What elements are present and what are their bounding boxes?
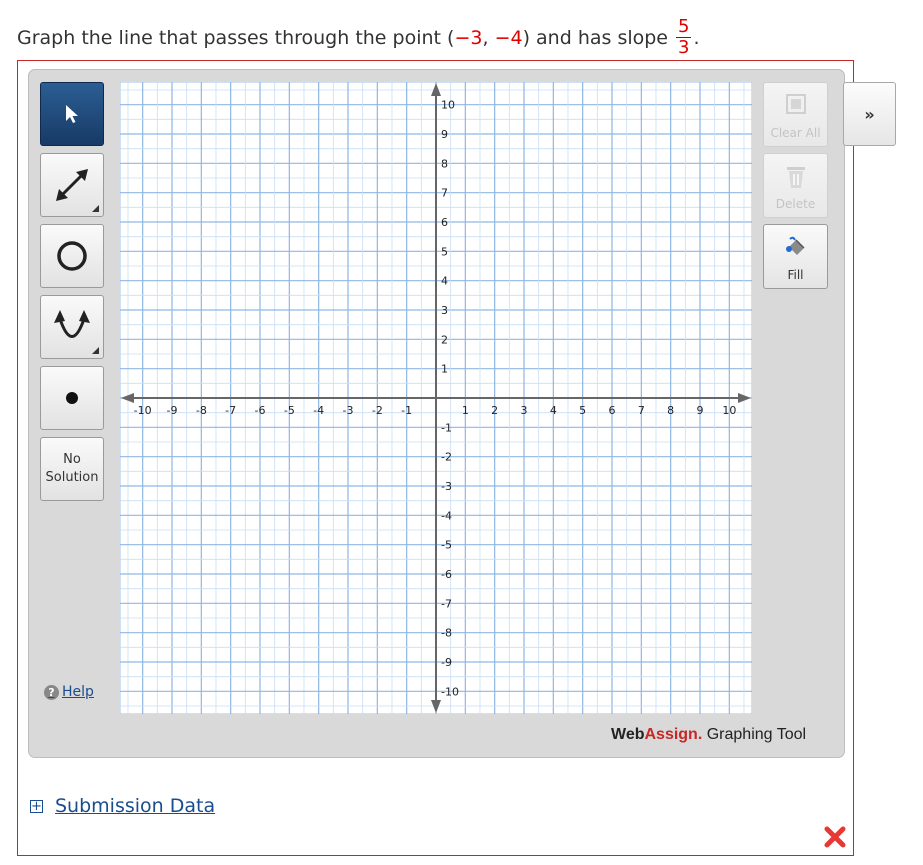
help-label: Help <box>62 684 94 700</box>
expand-panel-button[interactable]: » <box>843 82 896 146</box>
point-x: −3 <box>454 27 483 49</box>
x-tick-label: 8 <box>667 404 674 417</box>
y-tick-label: -9 <box>441 656 452 669</box>
delete-button[interactable]: Delete <box>763 153 828 218</box>
no-solution-line1: No <box>63 452 81 467</box>
x-tick-label: 5 <box>579 404 586 417</box>
line-tool-button[interactable] <box>40 153 104 217</box>
circle-icon <box>57 241 87 271</box>
parabola-tool-submenu-icon <box>92 347 99 354</box>
paint-bucket-icon <box>785 236 805 255</box>
x-tick-label: -1 <box>401 404 412 417</box>
slope-numerator: 5 <box>676 16 692 38</box>
slope-denominator: 3 <box>678 37 690 58</box>
y-tick-label: -1 <box>441 421 452 434</box>
x-tick-label: -6 <box>255 404 266 417</box>
x-tick-label: -10 <box>134 404 152 417</box>
pointer-arrow-icon <box>66 105 78 123</box>
clear-all-label: Clear All <box>770 126 821 140</box>
question-middle: ) and has slope <box>522 27 675 49</box>
point-dot-icon <box>66 392 78 404</box>
x-tick-label: 6 <box>609 404 616 417</box>
question-suffix: . <box>693 27 700 49</box>
question-comma: , <box>482 27 495 49</box>
no-solution-button[interactable]: No Solution <box>40 437 104 501</box>
x-tick-label: -7 <box>225 404 236 417</box>
y-tick-label: -2 <box>441 451 452 464</box>
line-tool-submenu-icon <box>92 205 99 212</box>
help-question-icon: ? <box>44 684 59 700</box>
y-tick-label: 9 <box>441 128 448 141</box>
submission-data-toggle[interactable]: + Submission Data <box>30 795 215 817</box>
y-tick-label: -7 <box>441 597 452 610</box>
x-tick-label: 4 <box>550 404 557 417</box>
y-tick-label: -4 <box>441 509 452 522</box>
y-tick-label: 5 <box>441 245 448 258</box>
y-tick-label: 3 <box>441 304 448 317</box>
help-link[interactable]: ? Help <box>44 684 94 700</box>
x-tick-label: -3 <box>343 404 354 417</box>
y-tick-label: 6 <box>441 216 448 229</box>
y-tick-label: 8 <box>441 157 448 170</box>
y-tick-label: -5 <box>441 539 452 552</box>
x-tick-label: -9 <box>167 404 178 417</box>
line-arrow-icon <box>56 169 88 201</box>
clear-all-button[interactable]: Clear All <box>763 82 828 147</box>
question-text: Graph the line that passes through the p… <box>17 16 700 59</box>
y-tick-label: 10 <box>441 99 455 112</box>
y-tick-label: 4 <box>441 275 448 288</box>
y-tick-label: 2 <box>441 333 448 346</box>
point-tool-button[interactable] <box>40 366 104 430</box>
x-tick-label: -4 <box>313 404 324 417</box>
brand-tagline: Graphing Tool <box>702 726 807 743</box>
trash-icon <box>786 167 805 188</box>
circle-tool-button[interactable] <box>40 224 104 288</box>
x-tick-label: -2 <box>372 404 383 417</box>
parabola-tool-button[interactable] <box>40 295 104 359</box>
expand-plus-icon[interactable]: + <box>30 799 43 813</box>
x-tick-label: -8 <box>196 404 207 417</box>
fill-button[interactable]: Fill <box>763 224 828 289</box>
clear-all-icon <box>785 94 806 114</box>
submission-data-link[interactable]: Submission Data <box>55 795 215 817</box>
brand-assign: Assign. <box>644 726 703 743</box>
x-tick-label: 7 <box>638 404 645 417</box>
question-prefix: Graph the line that passes through the p… <box>17 27 455 49</box>
fill-label: Fill <box>787 268 804 282</box>
y-tick-label: 7 <box>441 187 448 200</box>
webassign-brand: WebAssign. Graphing Tool <box>611 726 806 744</box>
y-tick-label: -3 <box>441 480 452 493</box>
x-tick-label: 10 <box>722 404 736 417</box>
x-tick-label: 9 <box>697 404 704 417</box>
y-tick-label: 1 <box>441 363 448 376</box>
pointer-tool-button[interactable] <box>40 82 104 146</box>
incorrect-x-icon <box>824 826 846 848</box>
y-tick-label: -10 <box>441 685 459 698</box>
y-tick-label: -8 <box>441 627 452 640</box>
x-tick-label: 3 <box>521 404 528 417</box>
x-tick-label: -5 <box>284 404 295 417</box>
x-tick-label: 2 <box>491 404 498 417</box>
delete-label: Delete <box>775 197 816 211</box>
brand-web: Web <box>611 726 645 743</box>
double-chevron-right-icon: » <box>864 104 875 124</box>
point-y: −4 <box>494 27 523 49</box>
slope-fraction: 53 <box>676 16 692 58</box>
y-tick-label: -6 <box>441 568 452 581</box>
no-solution-line2: Solution <box>45 470 99 485</box>
parabola-icon <box>54 310 90 338</box>
x-tick-label: 1 <box>462 404 469 417</box>
coordinate-graph[interactable]: -10 -9 -8 -7 -6 -5 -4 -3 -2 -1 1 2 3 4 5 6 7 8 9 10 10 9 8 7 6 5 4… <box>120 82 752 714</box>
